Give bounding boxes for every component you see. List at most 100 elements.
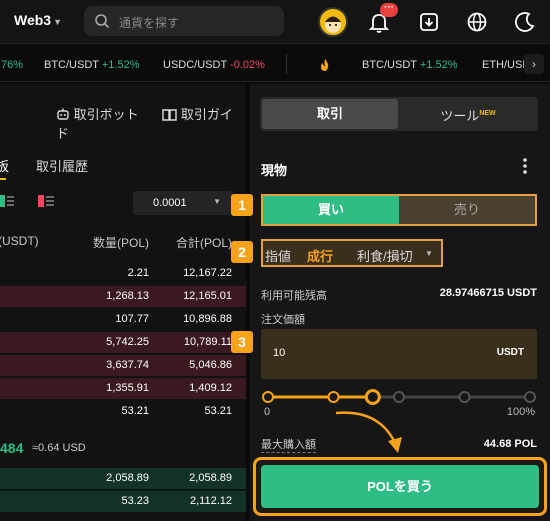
orderbook-panel: 取引ボット 取引ガイド 板 取引履歴 0.0001 ▼ (USDT) 数量(PO… bbox=[0, 84, 246, 521]
ticker-change: .76% bbox=[0, 59, 24, 71]
slider-handle[interactable] bbox=[364, 389, 381, 405]
ticker-item[interactable]: BTC/USDT +1.52% bbox=[44, 59, 140, 71]
web3-label: Web3 bbox=[14, 12, 52, 28]
order-type-limit[interactable]: 指値 bbox=[265, 246, 291, 265]
ticker-next-button[interactable]: › bbox=[524, 54, 544, 74]
more-options-icon[interactable] bbox=[522, 157, 528, 175]
row-total: 53.21 bbox=[204, 405, 232, 417]
left-toolbar: 取引ボット 取引ガイド bbox=[56, 104, 246, 142]
precision-value: 0.0001 bbox=[153, 197, 187, 209]
row-total: 10,789.11 bbox=[183, 336, 232, 348]
tab-trade-history[interactable]: 取引履歴 bbox=[36, 156, 88, 175]
ticker-pair: BTC/USDT bbox=[44, 59, 99, 71]
row-amount: 3,637.74 bbox=[106, 359, 149, 371]
view-asks-icon[interactable] bbox=[38, 194, 56, 208]
row-total: 12,165.01 bbox=[183, 290, 232, 302]
sell-tab[interactable]: 売り bbox=[399, 196, 535, 224]
slider-max-label: 100% bbox=[506, 406, 535, 418]
max-buy-value: 44.68 POL bbox=[483, 438, 537, 450]
tab-orderbook[interactable]: 板 bbox=[0, 156, 9, 175]
row-total: 5,046.86 bbox=[189, 359, 232, 371]
row-total: 1,409.12 bbox=[189, 382, 232, 394]
buy-tab[interactable]: 買い bbox=[263, 196, 399, 224]
web3-menu[interactable]: Web3 ▼ bbox=[14, 12, 62, 28]
book-icon bbox=[162, 109, 177, 121]
new-badge: NEW bbox=[479, 110, 496, 117]
ask-row[interactable]: 1,268.13 12,165.01 bbox=[0, 285, 246, 307]
caret-down-icon: ▼ bbox=[53, 17, 63, 27]
spot-title: 現物 bbox=[261, 163, 288, 178]
row-total: 10,896.88 bbox=[183, 313, 232, 325]
top-header: Web3 ▼ 通貨を探す ··· bbox=[0, 0, 550, 44]
precision-select[interactable]: 0.0001 ▼ bbox=[133, 191, 233, 215]
ticker-item[interactable]: USDC/USDT -0.02% bbox=[163, 59, 265, 71]
search-input[interactable]: 通貨を探す bbox=[84, 6, 284, 36]
row-amount: 1,268.13 bbox=[106, 290, 149, 302]
row-total: 12,167.22 bbox=[183, 267, 232, 279]
order-type-market[interactable]: 成行 bbox=[307, 246, 333, 265]
search-placeholder: 通貨を探す bbox=[119, 16, 180, 30]
tab-active-indicator bbox=[0, 178, 6, 180]
trading-bot-label: 取引ボット bbox=[73, 107, 139, 122]
hint-arrow-icon bbox=[335, 411, 402, 453]
ticker-divider bbox=[286, 54, 287, 74]
order-type-tpsl[interactable]: 利食/損切 bbox=[357, 246, 413, 265]
col-price: (USDT) bbox=[0, 234, 39, 248]
ask-row[interactable]: 2.21 12,167.22 bbox=[0, 262, 246, 284]
fire-icon bbox=[321, 59, 329, 71]
ask-row[interactable]: 53.21 53.21 bbox=[0, 400, 246, 422]
slider-stop[interactable] bbox=[393, 391, 405, 403]
download-icon[interactable] bbox=[416, 9, 442, 35]
ticker-bar: .76% BTC/USDT +1.52% USDC/USDT -0.02% BT… bbox=[0, 46, 550, 82]
tab-trade[interactable]: 取引 bbox=[262, 99, 398, 129]
bid-row[interactable]: 2,058.89 2,058.89 bbox=[0, 467, 246, 489]
trading-bot-link[interactable]: 取引ボット bbox=[56, 107, 152, 122]
tab-tools[interactable]: ツールNEW bbox=[400, 99, 536, 129]
order-amount-value: 10 bbox=[273, 347, 286, 359]
row-total: 2,112.12 bbox=[189, 495, 232, 507]
max-buy-label: 最大購入額 bbox=[261, 436, 316, 453]
order-amount-unit: USDT bbox=[496, 347, 524, 358]
trade-tools-switch: 取引 ツールNEW bbox=[260, 97, 538, 131]
slider-stop[interactable] bbox=[327, 391, 340, 403]
available-balance-value: 28.97466715 USDT bbox=[439, 287, 537, 299]
order-amount-input[interactable]: 10 USDT bbox=[261, 329, 537, 379]
bid-row[interactable]: 53.23 2,112.12 bbox=[0, 490, 246, 512]
ask-row[interactable]: 5,742.25 10,789.11 bbox=[0, 331, 246, 353]
col-amount: 数量(POL) bbox=[92, 236, 149, 250]
ask-row[interactable]: 107.77 10,896.88 bbox=[0, 308, 246, 330]
row-amount: 53.23 bbox=[121, 495, 149, 507]
tab-tools-label: ツール bbox=[440, 108, 480, 124]
ticker-pair: BTC/USDT bbox=[362, 59, 417, 71]
ask-row[interactable]: 3,637.74 5,046.86 bbox=[0, 354, 246, 376]
row-amount: 2.21 bbox=[127, 267, 149, 279]
row-amount: 2,058.89 bbox=[106, 472, 149, 484]
slider-stop[interactable] bbox=[262, 391, 274, 403]
view-bids-icon[interactable] bbox=[0, 194, 16, 208]
slider-stop[interactable] bbox=[524, 391, 536, 403]
notification-badge: ··· bbox=[380, 3, 398, 17]
ticker-change: +1.52% bbox=[101, 59, 140, 71]
step-marker-1: 1 bbox=[231, 194, 253, 216]
moon-icon[interactable] bbox=[512, 9, 538, 35]
slider-stop[interactable] bbox=[458, 391, 471, 403]
slider-min-label: 0 bbox=[264, 406, 271, 418]
available-balance-label: 利用可能残高 bbox=[261, 290, 327, 302]
order-type-selector: 指値 成行 利食/損切 ▼ bbox=[261, 239, 443, 267]
globe-icon[interactable] bbox=[464, 9, 490, 35]
row-amount: 5,742.25 bbox=[106, 336, 149, 348]
mid-price-usd: ≈0.64 USD bbox=[32, 442, 86, 454]
row-amount: 107.77 bbox=[115, 313, 149, 325]
mid-price: 484 bbox=[0, 440, 24, 456]
ticker-item[interactable]: BTC/USDT +1.52% bbox=[362, 59, 458, 71]
buy-pol-button[interactable]: POLを買う bbox=[261, 465, 539, 508]
ask-row[interactable]: 1,355.91 1,409.12 bbox=[0, 377, 246, 399]
step-marker-2: 2 bbox=[231, 241, 253, 263]
buy-sell-toggle: 買い 売り bbox=[261, 194, 537, 226]
search-icon bbox=[95, 14, 110, 29]
avatar[interactable] bbox=[318, 7, 348, 37]
row-total: 2,058.89 bbox=[189, 472, 232, 484]
ticker-pair: USDC/USDT bbox=[163, 59, 227, 71]
order-amount-label: 注文価額 bbox=[261, 314, 305, 326]
robot-icon bbox=[57, 108, 69, 120]
